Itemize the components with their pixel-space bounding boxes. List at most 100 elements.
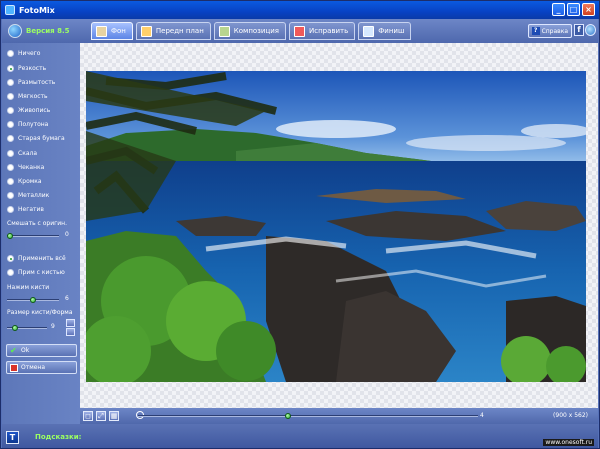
effect-option[interactable]: Ничего [7,50,40,57]
background-icon [96,25,107,37]
maximize-button[interactable]: □ [567,3,580,16]
apply-all-option[interactable]: Применить всё [7,255,66,262]
tab-label: Исправить [308,27,349,35]
effect-option[interactable]: Старая бумага [7,135,65,142]
effect-label: Негатив [18,206,44,213]
ok-label: Ok [21,347,30,354]
effect-option[interactable]: Полутона [7,121,48,128]
radio-button[interactable] [7,206,14,213]
brush-pressure-slider[interactable] [7,297,59,303]
effect-option[interactable]: Чеканка [7,164,44,171]
radio-button[interactable] [7,269,14,276]
effect-option[interactable]: Негатив [7,206,44,213]
brush-size-label: Размер кисти/Форма [7,309,73,316]
effect-option[interactable]: Резкость [7,65,46,72]
effect-label: Ничего [18,50,41,57]
watermark: www.onesoft.ru [543,439,594,446]
help-button[interactable]: ? Справка [527,24,572,38]
effect-label: Чеканка [18,164,45,171]
tab-background[interactable]: Фон [91,22,133,40]
window-controls: _ □ × [552,3,595,16]
tab-finish[interactable]: Финиш [358,22,412,40]
tips-label: Подсказки: [35,433,82,441]
brush-size-slider[interactable] [7,325,47,331]
tab-fix[interactable]: Исправить [288,22,356,40]
question-icon: ? [531,27,540,35]
zoom-value: 4 [480,412,484,419]
window-title: FotoMix [19,5,55,15]
bottom-toolbar: ◻ ⤢ ▦ 4 (900 x 562) [80,408,598,424]
tab-foreground[interactable]: Передн план [135,22,211,40]
effect-option[interactable]: Живопись [7,107,50,114]
radio-button[interactable] [7,178,14,185]
radio-button[interactable] [7,107,14,114]
effect-option[interactable]: Металлик [7,192,49,199]
brush-size-value: 9 [51,323,55,330]
brush-shape-down-button[interactable] [66,328,75,336]
radio-button[interactable] [7,50,14,57]
photo-preview[interactable] [86,71,586,382]
radio-button[interactable] [7,150,14,157]
image-dimensions: (900 x 562) [553,412,588,419]
cancel-button[interactable]: Отмена [6,361,77,374]
minimize-button[interactable]: _ [552,3,565,16]
mix-label: Смешать с оригин. [7,220,67,227]
checkmark-icon: ✔ [10,345,17,355]
brush-shape-up-button[interactable] [66,319,75,327]
effect-label: Кромка [18,178,42,185]
slider-thumb[interactable] [7,233,13,239]
radio-button[interactable] [7,79,14,86]
radio-button[interactable] [7,192,14,199]
effect-label: Старая бумага [18,135,65,142]
slider-thumb[interactable] [30,297,36,303]
effect-option[interactable]: Мягкость [7,93,48,100]
radio-button[interactable] [7,93,14,100]
fit-view-button[interactable]: ◻ [83,411,93,421]
effect-option[interactable]: Скала [7,150,37,157]
fullscreen-button[interactable]: ⤢ [96,411,106,421]
effect-option[interactable]: Размытость [7,79,55,86]
effect-label: Скала [18,150,38,157]
web-globe-icon[interactable] [585,24,596,36]
effect-label: Размытость [18,79,56,86]
cancel-icon [10,363,18,372]
slider-thumb[interactable] [284,413,291,419]
radio-button[interactable] [7,65,14,72]
effect-label: Металлик [18,192,50,199]
apply-brush-option[interactable]: Прим с кистью [7,269,65,276]
mix-slider[interactable] [7,233,59,239]
apply-brush-label: Прим с кистью [18,269,65,276]
close-button[interactable]: × [582,3,595,16]
zoom-slider[interactable] [138,413,478,419]
canvas-area [80,43,598,408]
radio-button[interactable] [7,121,14,128]
app-icon [5,5,15,15]
effects-sidebar: Ничего Резкость Размытость Мягкость Живо… [2,43,80,424]
slider-thumb[interactable] [12,325,19,331]
mix-value: 0 [65,231,69,238]
title-bar[interactable]: FotoMix _ □ × [1,1,599,19]
finish-icon [363,25,375,37]
globe-icon [8,24,22,38]
top-toolbar: Версия 8.5 Фон Передн план Композиция Ис… [2,19,598,43]
tips-icon[interactable]: T [6,431,19,444]
effect-option[interactable]: Кромка [7,178,42,185]
foreground-icon [140,25,152,37]
facebook-icon[interactable]: f [574,24,584,36]
slider-track [138,415,478,417]
tab-label: Композиция [233,27,279,35]
slider-track [7,235,59,237]
radio-button[interactable] [7,164,14,171]
radio-button[interactable] [7,135,14,142]
brush-pressure-label: Нажим кисти [7,284,50,291]
fix-icon [293,25,305,37]
version-badge: Версия 8.5 [8,24,69,38]
radio-button[interactable] [7,255,14,262]
tab-label: Передн план [155,27,204,35]
tab-label: Фон [111,27,126,35]
seascape-image [86,71,586,382]
grid-view-button[interactable]: ▦ [109,411,119,421]
tab-composition[interactable]: Композиция [213,22,286,40]
ok-button[interactable]: ✔ Ok [6,344,77,357]
app-window: FotoMix _ □ × Версия 8.5 Фон Передн план… [0,0,600,449]
